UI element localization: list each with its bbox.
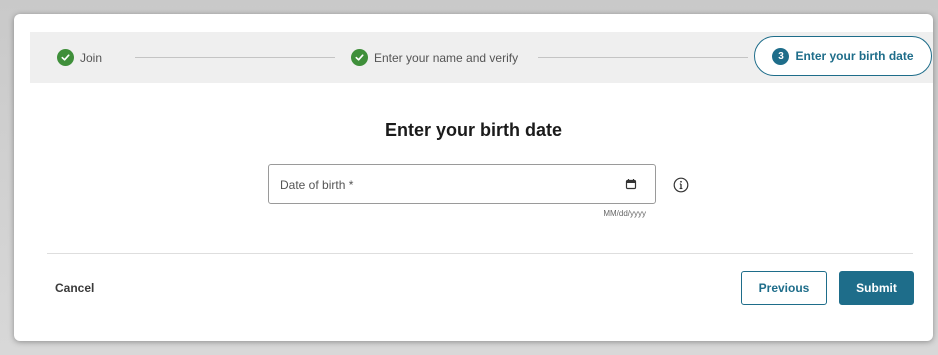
step-join: Join	[57, 32, 102, 83]
step-label: Enter your name and verify	[374, 50, 519, 65]
calendar-icon[interactable]	[625, 178, 637, 190]
info-icon[interactable]	[673, 177, 689, 193]
submit-button[interactable]: Submit	[839, 271, 914, 305]
step-label: Join	[80, 50, 103, 65]
step-connector	[135, 57, 335, 58]
step-name-verify: Enter your name and verify	[351, 32, 518, 83]
previous-button[interactable]: Previous	[741, 271, 827, 305]
progress-stepper: Join Enter your name and verify 3 Enter …	[30, 32, 933, 83]
check-icon	[57, 49, 74, 66]
step-label: Enter your birth date	[795, 49, 914, 63]
divider	[47, 253, 913, 254]
date-format-hint: MM/dd/yyyy	[603, 209, 646, 218]
step-connector	[538, 57, 748, 58]
date-of-birth-label: Date of birth *	[280, 178, 354, 192]
cancel-link[interactable]: Cancel	[55, 281, 94, 295]
window-background: Join Enter your name and verify 3 Enter …	[0, 0, 938, 355]
check-icon	[351, 49, 368, 66]
page-title: Enter your birth date	[384, 120, 563, 140]
date-of-birth-field[interactable]: Date of birth *	[268, 164, 656, 204]
step-number-badge: 3	[772, 47, 790, 65]
signup-card: Join Enter your name and verify 3 Enter …	[14, 14, 933, 341]
step-birth-date: 3 Enter your birth date	[754, 36, 932, 76]
